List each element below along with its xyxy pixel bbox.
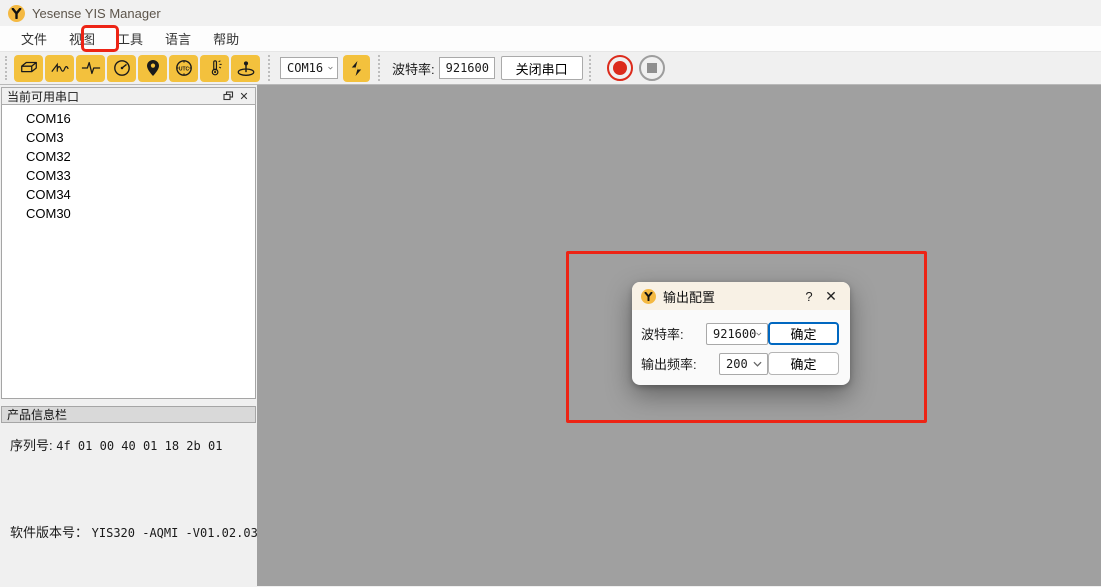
baud-rate-value: 921600 xyxy=(446,61,489,75)
menu-help[interactable]: 帮助 xyxy=(202,26,250,51)
dialog-close-icon[interactable]: ✕ xyxy=(820,285,842,307)
dock-float-icon[interactable] xyxy=(220,89,236,103)
chevron-down-icon xyxy=(756,331,762,337)
output-rate-row: 输出频率: 200 确定 xyxy=(641,352,839,375)
orientation-pin-icon[interactable] xyxy=(231,55,260,82)
dialog-logo-icon xyxy=(641,289,656,304)
window-titlebar: Yesense YIS Manager xyxy=(0,0,1101,26)
baud-rate-label: 波特率: xyxy=(392,59,435,78)
dialog-body: 波特率: 921600 确定 输出频率: 200 确定 xyxy=(632,310,850,375)
baud-rate-row: 波特率: 921600 确定 xyxy=(641,322,839,345)
menu-bar: 文件 视图 工具 语言 帮助 xyxy=(0,26,1101,52)
record-dot-icon xyxy=(613,61,627,75)
serial-number-value: 4f 01 00 40 01 18 2b 01 xyxy=(56,439,222,453)
close-serial-port-button[interactable]: 关闭串口 xyxy=(501,56,583,80)
product-info-title: 产品信息栏 xyxy=(7,406,67,423)
serial-number-line: 序列号: 4f 01 00 40 01 18 2b 01 xyxy=(10,435,257,454)
dialog-title: 输出配置 xyxy=(663,287,798,306)
port-list-item[interactable]: COM16 xyxy=(2,109,255,128)
utc-clock-icon[interactable]: UTC xyxy=(169,55,198,82)
menu-file[interactable]: 文件 xyxy=(10,26,58,51)
toolbar-separator xyxy=(589,55,597,81)
dialog-baud-select[interactable]: 921600 xyxy=(706,323,768,345)
window-title: Yesense YIS Manager xyxy=(32,6,161,21)
dialog-titlebar: 输出配置 ? ✕ xyxy=(632,282,850,310)
port-select-value: COM16 xyxy=(287,61,323,75)
port-list-item[interactable]: COM33 xyxy=(2,166,255,185)
software-version-label: 软件版本号： xyxy=(10,525,88,540)
port-list-item[interactable]: COM3 xyxy=(2,128,255,147)
dialog-help-icon[interactable]: ? xyxy=(798,285,820,307)
toolbar: UTC COM16 波特率: 921600 关闭串口 xyxy=(0,52,1101,85)
output-config-dialog: 输出配置 ? ✕ 波特率: 921600 确定 输出频率: 200 确定 xyxy=(632,282,850,385)
dialog-output-rate-select[interactable]: 200 xyxy=(719,353,768,375)
app-logo-icon xyxy=(8,5,25,22)
serial-ports-dock-header: 当前可用串口 ✕ xyxy=(1,87,256,105)
menu-tools[interactable]: 工具 xyxy=(106,26,154,51)
product-info-header: 产品信息栏 xyxy=(1,406,256,423)
record-button[interactable] xyxy=(607,55,633,81)
cube-3d-icon[interactable] xyxy=(14,55,43,82)
thermometer-icon[interactable] xyxy=(200,55,229,82)
baud-rate-select[interactable]: 921600 xyxy=(439,57,495,79)
dialog-output-rate-value: 200 xyxy=(726,357,748,371)
stop-button[interactable] xyxy=(639,55,665,81)
output-rate-confirm-button[interactable]: 确定 xyxy=(768,352,839,375)
dialog-output-rate-label: 输出频率: xyxy=(641,354,710,373)
chevron-down-icon xyxy=(328,65,333,71)
spike-wave-icon[interactable] xyxy=(76,55,105,82)
product-info-body: 序列号: 4f 01 00 40 01 18 2b 01 软件版本号： YIS3… xyxy=(0,423,257,586)
toolbar-drag-handle[interactable] xyxy=(5,56,11,80)
menu-view[interactable]: 视图 xyxy=(58,26,106,51)
port-select[interactable]: COM16 xyxy=(280,57,338,79)
svg-text:UTC: UTC xyxy=(178,66,189,72)
menu-language[interactable]: 语言 xyxy=(154,26,202,51)
stop-square-icon xyxy=(647,63,657,73)
available-ports-list[interactable]: COM16 COM3 COM32 COM33 COM34 COM30 xyxy=(1,105,256,399)
chevron-down-icon xyxy=(753,361,762,367)
left-dock-panel: 当前可用串口 ✕ COM16 COM3 COM32 COM33 COM34 CO… xyxy=(0,85,257,586)
refresh-ports-icon[interactable] xyxy=(343,55,370,82)
software-version-line: 软件版本号： YIS320 -AQMI -V01.02.03; xyxy=(10,522,257,541)
gauge-icon[interactable] xyxy=(107,55,136,82)
dock-close-icon[interactable]: ✕ xyxy=(236,89,252,103)
dialog-baud-value: 921600 xyxy=(713,327,756,341)
location-pin-icon[interactable] xyxy=(138,55,167,82)
port-list-item[interactable]: COM34 xyxy=(2,185,255,204)
serial-number-label: 序列号: xyxy=(10,438,53,453)
angle-wave-icon[interactable] xyxy=(45,55,74,82)
software-version-value: YIS320 -AQMI -V01.02.03; xyxy=(92,526,265,540)
toolbar-separator xyxy=(268,55,276,81)
toolbar-separator xyxy=(378,55,386,81)
serial-ports-dock-title: 当前可用串口 xyxy=(7,88,79,105)
port-list-item[interactable]: COM32 xyxy=(2,147,255,166)
baud-confirm-button[interactable]: 确定 xyxy=(768,322,839,345)
dialog-baud-label: 波特率: xyxy=(641,324,697,343)
port-list-item[interactable]: COM30 xyxy=(2,204,255,223)
